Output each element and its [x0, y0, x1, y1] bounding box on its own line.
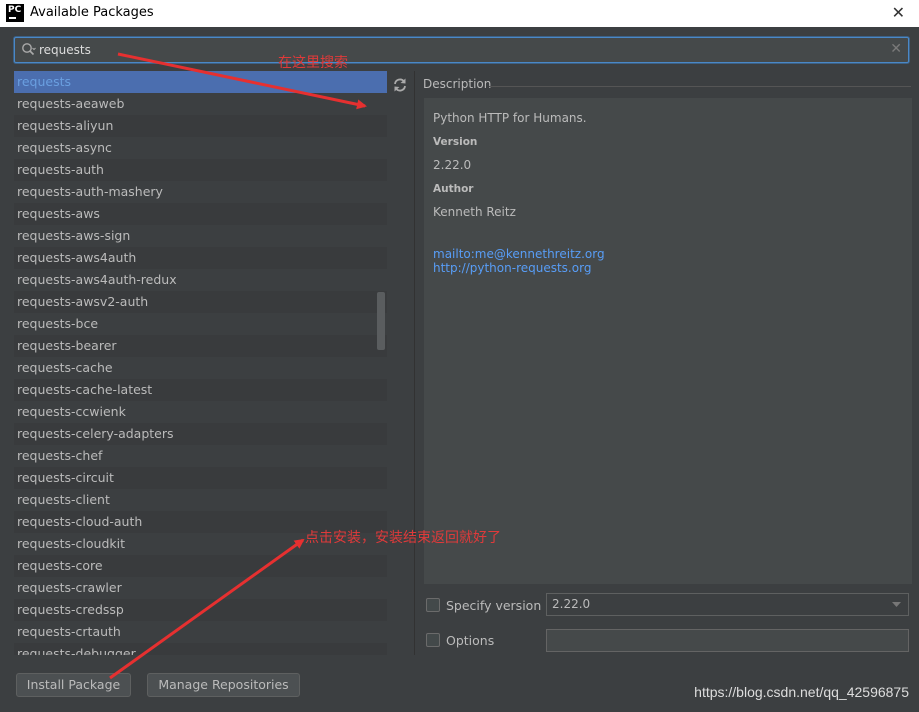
chevron-down-icon [892, 602, 901, 607]
version-label: Version [433, 136, 478, 148]
package-list-item[interactable]: requests-auth [14, 159, 387, 181]
package-list-item[interactable]: requests-crtauth [14, 621, 387, 643]
package-list-item[interactable]: requests-circuit [14, 467, 387, 489]
package-list-item[interactable]: requests-bce [14, 313, 387, 335]
version-value: 2.22.0 [433, 158, 472, 172]
package-list-item[interactable]: requests-aws-sign [14, 225, 387, 247]
scrollbar-thumb[interactable] [377, 292, 385, 350]
package-list-item[interactable]: requests [14, 71, 387, 93]
pycharm-logo-icon: PC [6, 4, 24, 22]
package-list-item[interactable]: requests-aeaweb [14, 93, 387, 115]
homepage-link[interactable]: http://python-requests.org [433, 261, 591, 275]
version-select[interactable]: 2.22.0 [546, 593, 909, 616]
package-list-item[interactable]: requests-aliyun [14, 115, 387, 137]
package-list[interactable]: requests requests-aeaweb requests-aliyun re… [14, 71, 387, 655]
specify-version-checkbox[interactable] [426, 598, 440, 612]
author-value: Kenneth Reitz [433, 205, 516, 219]
refresh-icon[interactable] [391, 76, 409, 94]
annotation-install-hint: 点击安装，安装结束返回就好了 [305, 530, 501, 546]
package-list-item[interactable]: requests-debugger [14, 643, 387, 655]
panel-divider[interactable] [414, 71, 415, 655]
description-header-line [489, 86, 911, 87]
package-list-item[interactable]: requests-ccwienk [14, 401, 387, 423]
annotation-search-hint: 在这里搜索 [278, 55, 348, 71]
package-list-item[interactable]: requests-awsv2-auth [14, 291, 387, 313]
package-list-item[interactable]: requests-bearer [14, 335, 387, 357]
package-list-item[interactable]: requests-async [14, 137, 387, 159]
options-input[interactable] [546, 629, 909, 652]
package-list-item[interactable]: requests-chef [14, 445, 387, 467]
version-select-value: 2.22.0 [552, 597, 591, 611]
search-input[interactable] [39, 40, 879, 60]
close-icon[interactable]: ✕ [892, 3, 905, 22]
package-list-item[interactable]: requests-cache [14, 357, 387, 379]
install-package-button[interactable]: Install Package [16, 673, 131, 697]
clear-search-icon[interactable]: ✕ [890, 41, 902, 57]
watermark: https://blog.csdn.net/qq_42596875 [694, 684, 909, 700]
package-list-item[interactable]: requests-aws4auth [14, 247, 387, 269]
package-summary: Python HTTP for Humans. [433, 111, 587, 125]
package-list-item[interactable]: requests-cache-latest [14, 379, 387, 401]
options-checkbox[interactable] [426, 633, 440, 647]
package-list-scrollbar[interactable] [376, 71, 387, 655]
package-list-item[interactable]: requests-core [14, 555, 387, 577]
options-label: Options [446, 633, 495, 648]
description-panel: Python HTTP for Humans. Version 2.22.0 A… [424, 98, 912, 584]
package-list-item[interactable]: requests-credssp [14, 599, 387, 621]
package-list-item[interactable]: requests-aws4auth-redux [14, 269, 387, 291]
author-email-link[interactable]: mailto:me@kennethreitz.org [433, 247, 605, 261]
search-box[interactable]: ✕ [14, 37, 909, 63]
package-list-item[interactable]: requests-celery-adapters [14, 423, 387, 445]
author-label: Author [433, 183, 474, 195]
description-header: Description [423, 77, 492, 91]
package-list-item[interactable]: requests-crawler [14, 577, 387, 599]
window-title: Available Packages [30, 5, 154, 20]
search-icon[interactable] [21, 42, 37, 58]
package-list-item[interactable]: requests-auth-mashery [14, 181, 387, 203]
package-list-item[interactable]: requests-client [14, 489, 387, 511]
package-list-item[interactable]: requests-aws [14, 203, 387, 225]
title-bar: PC Available Packages ✕ [0, 0, 919, 27]
manage-repositories-button[interactable]: Manage Repositories [147, 673, 300, 697]
specify-version-label: Specify version [446, 598, 542, 613]
